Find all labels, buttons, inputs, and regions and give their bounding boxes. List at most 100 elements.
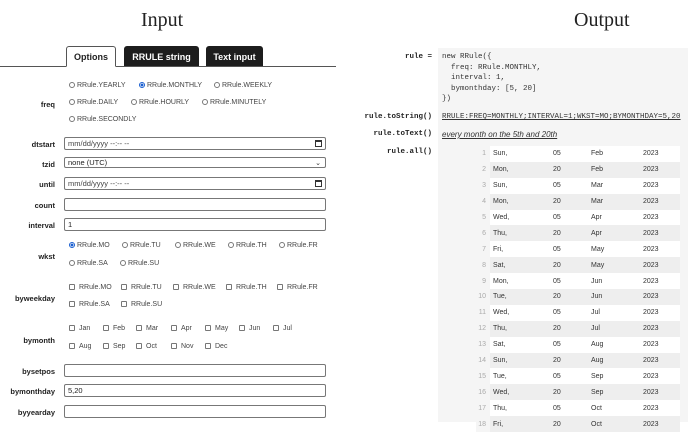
bymonth-option-label: Jul [283, 325, 292, 332]
occurrence-year: 2023 [640, 257, 680, 274]
freq-option-rrule-daily[interactable]: RRule.DAILY [69, 99, 118, 106]
occurrence-row: 12 Thu, 20 Jul 2023 [476, 320, 680, 337]
radio-button[interactable] [131, 99, 137, 105]
wkst-option-label: RRule.SU [128, 260, 160, 267]
calendar-icon[interactable] [315, 140, 322, 147]
checkbox[interactable] [121, 284, 127, 290]
radio-button[interactable] [120, 260, 126, 266]
bymonth-option-nov[interactable]: Nov [171, 343, 193, 350]
checkbox[interactable] [173, 284, 179, 290]
freq-option-rrule-yearly[interactable]: RRule.YEARLY [69, 82, 126, 89]
bymonth-option-jul[interactable]: Jul [273, 325, 292, 332]
occurrence-month: Sep [588, 368, 640, 385]
checkbox[interactable] [239, 325, 245, 331]
checkbox[interactable] [69, 343, 75, 349]
bymonth-option-sep[interactable]: Sep [103, 343, 125, 350]
occurrence-weekday: Tue, [490, 368, 550, 385]
checkbox[interactable] [103, 343, 109, 349]
byweekday-option-rrule-mo[interactable]: RRule.MO [69, 284, 112, 291]
byweekday-option-rrule-su[interactable]: RRule.SU [121, 301, 162, 308]
dtstart-placeholder: mm/dd/yyyy --:-- -- [68, 139, 130, 148]
occurrence-month: Oct [588, 416, 640, 432]
bysetpos-input[interactable] [64, 364, 326, 377]
radio-button[interactable] [202, 99, 208, 105]
bymonth-option-may[interactable]: May [205, 325, 228, 332]
dtstart-input[interactable]: mm/dd/yyyy --:-- -- [64, 137, 326, 150]
occurrence-weekday: Wed, [490, 304, 550, 321]
checkbox[interactable] [136, 325, 142, 331]
bymonth-label: bymonth [23, 336, 55, 345]
wkst-option-rrule-fr[interactable]: RRule.FR [279, 242, 318, 249]
checkbox[interactable] [171, 343, 177, 349]
wkst-option-rrule-we[interactable]: RRule.WE [175, 242, 216, 249]
byyearday-input[interactable] [64, 405, 326, 418]
bymonth-option-feb[interactable]: Feb [103, 325, 125, 332]
radio-button[interactable] [139, 82, 145, 88]
wkst-option-rrule-mo[interactable]: RRule.MO [69, 242, 110, 249]
radio-button[interactable] [69, 82, 75, 88]
bymonth-option-oct[interactable]: Oct [136, 343, 157, 350]
checkbox[interactable] [69, 301, 75, 307]
radio-button[interactable] [69, 116, 75, 122]
checkbox[interactable] [69, 325, 75, 331]
interval-input[interactable]: 1 [64, 218, 326, 231]
occurrence-row: 9 Mon, 05 Jun 2023 [476, 273, 680, 290]
freq-option-rrule-weekly[interactable]: RRule.WEEKLY [214, 82, 272, 89]
tzid-select[interactable]: none (UTC) ⌄ [64, 157, 326, 168]
radio-button[interactable] [69, 260, 75, 266]
wkst-option-rrule-th[interactable]: RRule.TH [228, 242, 267, 249]
freq-option-label: RRule.MINUTELY [210, 99, 267, 106]
byweekday-option-rrule-th[interactable]: RRule.TH [226, 284, 267, 291]
radio-button[interactable] [228, 242, 234, 248]
radio-button[interactable] [69, 99, 75, 105]
checkbox[interactable] [273, 325, 279, 331]
byweekday-option-rrule-tu[interactable]: RRule.TU [121, 284, 162, 291]
byweekday-option-label: RRule.SA [79, 301, 110, 308]
bymonth-option-mar[interactable]: Mar [136, 325, 158, 332]
checkbox[interactable] [69, 284, 75, 290]
radio-button[interactable] [175, 242, 181, 248]
tab-rrule-string[interactable]: RRULE string [124, 46, 199, 66]
radio-button[interactable] [69, 242, 75, 248]
bymonth-option-jan[interactable]: Jan [69, 325, 90, 332]
count-input[interactable] [64, 198, 326, 211]
checkbox[interactable] [205, 343, 211, 349]
occurrence-index: 14 [476, 352, 490, 369]
occurrence-month: Jun [588, 273, 640, 290]
bymonth-option-dec[interactable]: Dec [205, 343, 227, 350]
bymonth-option-apr[interactable]: Apr [171, 325, 192, 332]
occurrence-weekday: Sat, [490, 336, 550, 353]
checkbox[interactable] [103, 325, 109, 331]
freq-option-rrule-monthly[interactable]: RRule.MONTHLY [139, 82, 202, 89]
checkbox[interactable] [226, 284, 232, 290]
checkbox[interactable] [171, 325, 177, 331]
checkbox[interactable] [136, 343, 142, 349]
radio-button[interactable] [214, 82, 220, 88]
byweekday-option-rrule-sa[interactable]: RRule.SA [69, 301, 110, 308]
occurrence-row: 8 Sat, 20 May 2023 [476, 257, 680, 274]
bymonth-option-label: Nov [181, 343, 194, 350]
radio-button[interactable] [122, 242, 128, 248]
checkbox[interactable] [277, 284, 283, 290]
tab-text-input[interactable]: Text input [206, 46, 263, 66]
radio-button[interactable] [279, 242, 285, 248]
bymonth-option-jun[interactable]: Jun [239, 325, 260, 332]
checkbox[interactable] [121, 301, 127, 307]
occurrence-year: 2023 [640, 225, 680, 242]
calendar-icon[interactable] [315, 180, 322, 187]
bymonthday-input[interactable]: 5,20 [64, 384, 326, 397]
tab-options[interactable]: Options [66, 46, 116, 67]
freq-option-rrule-minutely[interactable]: RRule.MINUTELY [202, 99, 266, 106]
byweekday-option-rrule-fr[interactable]: RRule.FR [277, 284, 318, 291]
wkst-option-rrule-su[interactable]: RRule.SU [120, 260, 159, 267]
freq-option-rrule-hourly[interactable]: RRule.HOURLY [131, 99, 189, 106]
bymonth-option-aug[interactable]: Aug [69, 343, 91, 350]
freq-option-rrule-secondly[interactable]: RRule.SECONDLY [69, 116, 136, 123]
wkst-option-rrule-tu[interactable]: RRule.TU [122, 242, 161, 249]
occurrence-row: 4 Mon, 20 Mar 2023 [476, 193, 680, 210]
checkbox[interactable] [205, 325, 211, 331]
until-input[interactable]: mm/dd/yyyy --:-- -- [64, 177, 326, 190]
wkst-option-rrule-sa[interactable]: RRule.SA [69, 260, 108, 267]
occurrence-month: May [588, 257, 640, 274]
byweekday-option-rrule-we[interactable]: RRule.WE [173, 284, 216, 291]
